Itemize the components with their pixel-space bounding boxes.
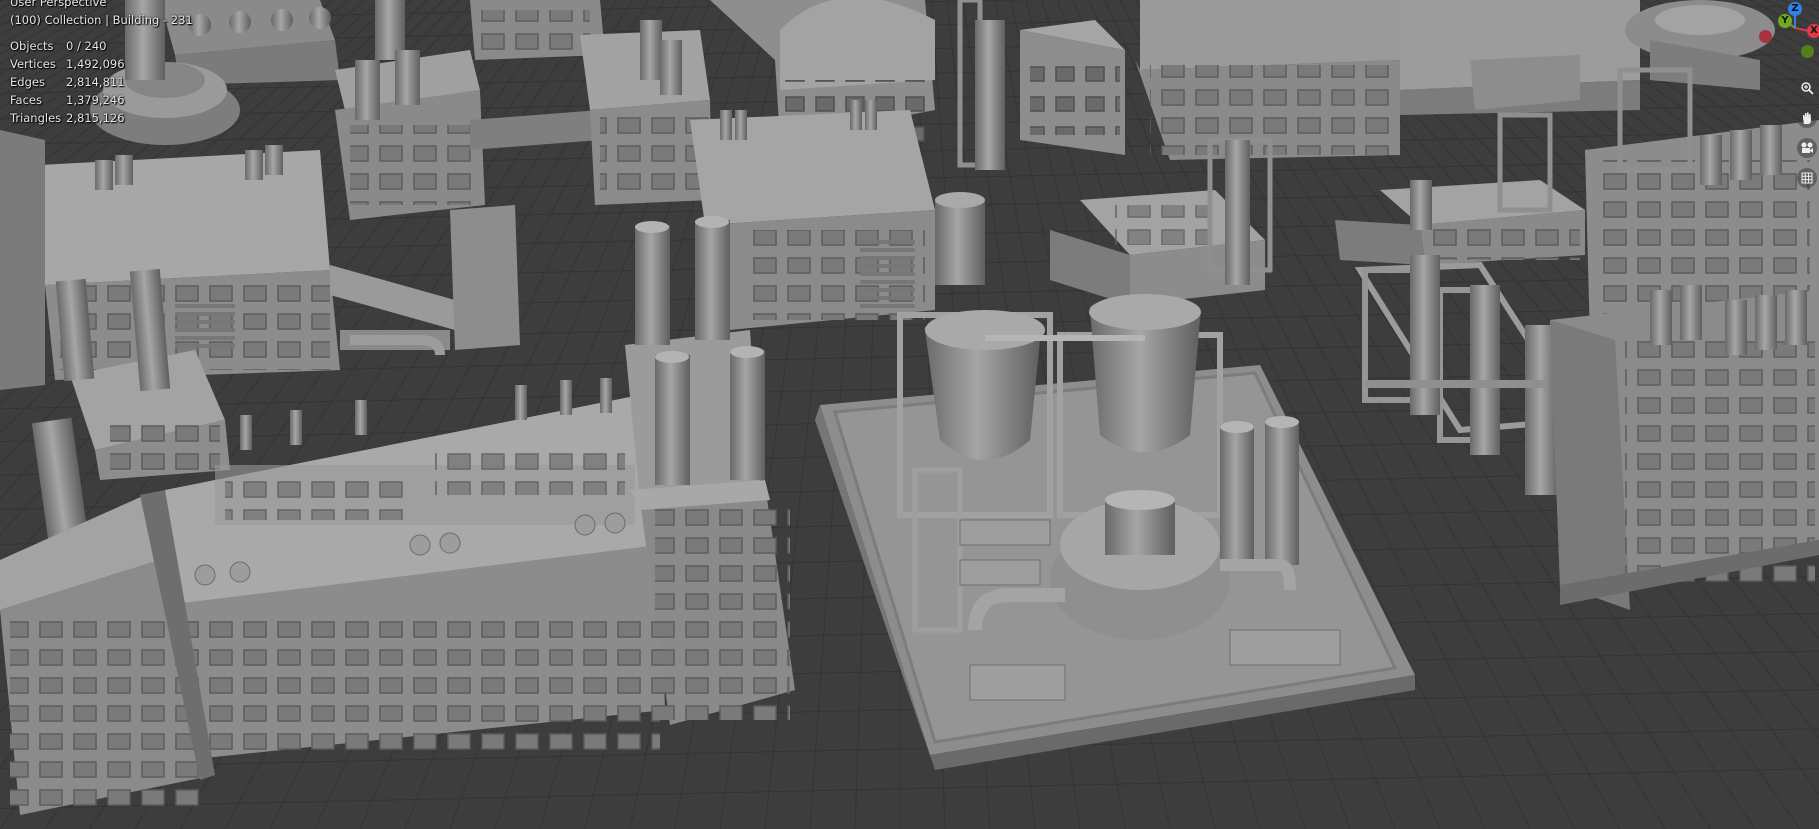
gizmo-y-axis[interactable]: Y (1778, 14, 1792, 28)
gizmo-neg-x-axis[interactable] (1759, 30, 1772, 43)
gizmo-z-axis[interactable]: Z (1788, 2, 1802, 16)
3d-viewport[interactable]: User Perspective (100) Collection | Buil… (0, 0, 1819, 829)
building-right-large (1550, 285, 1819, 610)
grid-line (0, 0, 3, 2)
building-mid-pipes (580, 20, 712, 205)
building-front-left-main (165, 378, 665, 760)
y-label: Y (1781, 15, 1789, 26)
zoom-button[interactable] (1797, 78, 1817, 98)
z-label: Z (1791, 3, 1799, 14)
ortho-toggle-button[interactable] (1797, 168, 1817, 188)
hand-pan-icon (1803, 112, 1811, 124)
gizmo-neg-y-axis[interactable] (1801, 45, 1814, 58)
x-label: X (1810, 25, 1818, 36)
building-left-factory (0, 130, 340, 390)
pan-button[interactable] (1797, 108, 1817, 128)
camera-icon (1801, 142, 1813, 153)
navigation-tools (1797, 78, 1819, 198)
grid-line (0, 768, 1819, 810)
zoom-icon (1801, 82, 1814, 95)
gizmo-x-axis[interactable]: X (1807, 24, 1819, 38)
building-flat-solar (1050, 137, 1273, 305)
refinery-plot (815, 294, 1415, 770)
grid-ortho-icon (1801, 172, 1813, 184)
navigation-gizmo[interactable]: Z Y X (1757, 0, 1819, 70)
camera-view-button[interactable] (1797, 138, 1817, 158)
building-scaffold-tower-top (957, 0, 1125, 170)
scene-render (0, 0, 1819, 829)
